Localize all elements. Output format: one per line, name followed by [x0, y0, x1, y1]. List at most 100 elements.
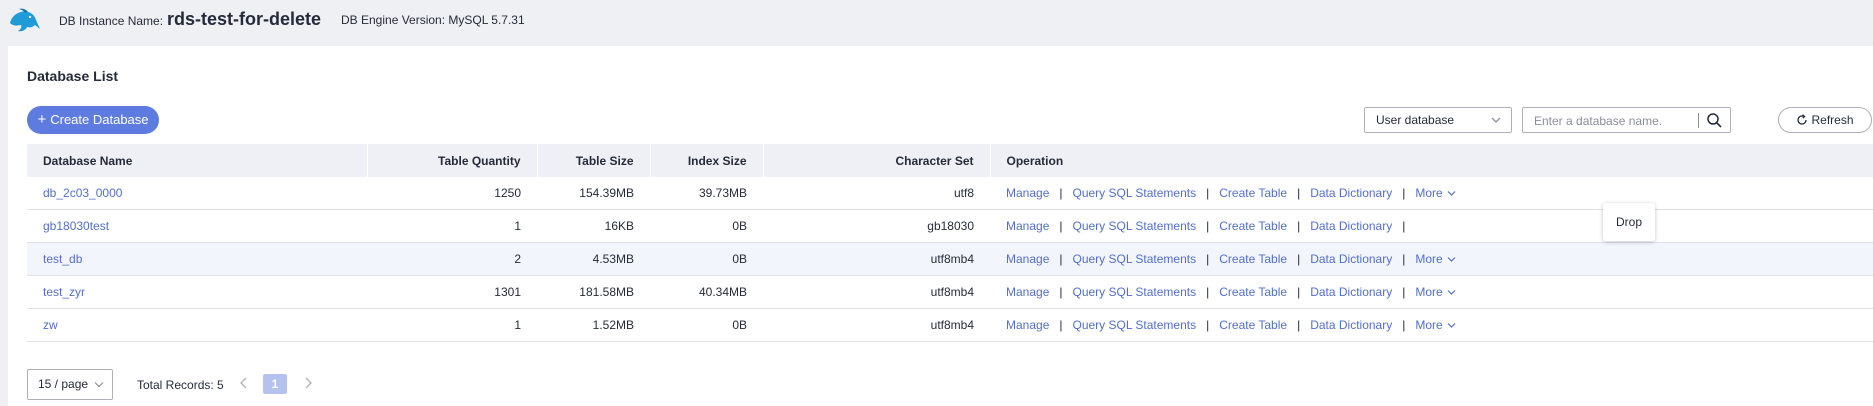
manage-link[interactable]: Manage — [1006, 186, 1049, 200]
query-sql-link[interactable]: Query SQL Statements — [1073, 252, 1197, 266]
more-label: More — [1415, 252, 1443, 266]
data-dictionary-link[interactable]: Data Dictionary — [1310, 219, 1392, 233]
index-size-cell: 40.34MB — [650, 275, 763, 309]
table-row: db_2c03_0000 1250 154.39MB 39.73MB utf8 … — [27, 177, 1873, 210]
chevron-down-icon — [1447, 323, 1456, 328]
manage-link[interactable]: Manage — [1006, 219, 1049, 233]
table-quantity-cell: 1 — [367, 209, 537, 243]
index-size-cell: 0B — [650, 242, 763, 276]
op-separator: | — [1297, 219, 1301, 233]
op-separator: | — [1402, 252, 1406, 266]
instance-name: rds-test-for-delete — [167, 9, 322, 29]
refresh-button[interactable]: Refresh — [1778, 107, 1872, 133]
query-sql-link[interactable]: Query SQL Statements — [1073, 285, 1197, 299]
section-title: Database List — [27, 68, 119, 84]
drop-menu-item[interactable]: Drop — [1616, 215, 1642, 229]
op-separator: | — [1297, 252, 1301, 266]
data-dictionary-link[interactable]: Data Dictionary — [1310, 285, 1392, 299]
database-list-panel: Database List + Create Database User data… — [8, 46, 1873, 406]
more-menu-trigger[interactable]: More — [1415, 318, 1456, 332]
manage-link[interactable]: Manage — [1006, 318, 1049, 332]
op-separator: | — [1297, 285, 1301, 299]
data-dictionary-link[interactable]: Data Dictionary — [1310, 252, 1392, 266]
column-header-character-set: Character Set — [763, 144, 991, 177]
op-separator: | — [1402, 318, 1406, 332]
table-size-cell: 16KB — [537, 209, 650, 243]
database-type-value: User database — [1376, 113, 1455, 127]
chevron-right-icon[interactable] — [302, 376, 314, 390]
op-separator: | — [1059, 318, 1063, 332]
op-separator: | — [1059, 219, 1063, 233]
create-database-label: Create Database — [50, 112, 149, 127]
create-database-button[interactable]: + Create Database — [27, 106, 159, 134]
create-table-link[interactable]: Create Table — [1219, 219, 1287, 233]
charset-cell: utf8 — [763, 177, 990, 210]
more-label: More — [1415, 186, 1443, 200]
create-table-link[interactable]: Create Table — [1219, 318, 1287, 332]
table-row: test_db 2 4.53MB 0B utf8mb4 Manage | Query… — [27, 242, 1873, 276]
database-name-link[interactable]: zw — [43, 318, 58, 332]
more-menu-trigger[interactable]: More — [1415, 186, 1456, 200]
chevron-down-icon — [1447, 191, 1456, 196]
table-row: gb18030test 1 16KB 0B gb18030 Manage | Que… — [27, 209, 1873, 243]
op-separator: | — [1206, 318, 1210, 332]
index-size-cell: 0B — [650, 308, 763, 342]
query-sql-link[interactable]: Query SQL Statements — [1073, 318, 1197, 332]
query-sql-link[interactable]: Query SQL Statements — [1073, 219, 1197, 233]
manage-link[interactable]: Manage — [1006, 252, 1049, 266]
create-table-link[interactable]: Create Table — [1219, 186, 1287, 200]
query-sql-link[interactable]: Query SQL Statements — [1073, 186, 1197, 200]
charset-cell: utf8mb4 — [763, 308, 990, 342]
total-records: Total Records: 5 — [137, 378, 224, 392]
table-header-row: Database Name Table Quantity Table Size … — [27, 144, 1873, 177]
database-table: Database Name Table Quantity Table Size … — [27, 144, 1873, 342]
create-table-link[interactable]: Create Table — [1219, 252, 1287, 266]
mysql-dolphin-icon — [10, 8, 40, 32]
data-dictionary-link[interactable]: Data Dictionary — [1310, 186, 1392, 200]
more-menu-trigger[interactable]: More — [1415, 252, 1456, 266]
more-menu-trigger[interactable]: More — [1415, 285, 1456, 299]
refresh-icon — [1797, 114, 1808, 125]
search-input[interactable] — [1524, 109, 1706, 133]
chevron-down-icon — [94, 382, 104, 388]
charset-cell: utf8mb4 — [763, 242, 990, 276]
op-separator: | — [1206, 285, 1210, 299]
table-row: zw 1 1.52MB 0B utf8mb4 Manage | Query SQL … — [27, 308, 1873, 342]
database-type-select[interactable]: User database — [1364, 107, 1512, 133]
manage-link[interactable]: Manage — [1006, 285, 1049, 299]
table-size-cell: 154.39MB — [537, 177, 650, 210]
database-name-link[interactable]: gb18030test — [43, 219, 109, 233]
table-quantity-cell: 2 — [367, 242, 537, 276]
chevron-left-icon[interactable] — [238, 376, 250, 390]
chevron-down-icon — [1491, 117, 1501, 123]
search-icon[interactable] — [1706, 112, 1723, 129]
page-number-current[interactable]: 1 — [263, 374, 287, 394]
table-quantity-cell: 1301 — [367, 275, 537, 309]
more-label: More — [1415, 285, 1443, 299]
table-size-cell: 181.58MB — [537, 275, 650, 309]
database-name-link[interactable]: db_2c03_0000 — [43, 186, 122, 200]
op-separator: | — [1206, 186, 1210, 200]
plus-icon: + — [37, 111, 47, 128]
operation-cell: Manage | Query SQL Statements | Create Table… — [990, 209, 1873, 243]
column-header-database-name: Database Name — [27, 144, 368, 177]
op-separator: | — [1059, 252, 1063, 266]
instance-name-label: DB Instance Name: — [59, 14, 164, 28]
search-divider — [1698, 113, 1699, 128]
create-table-link[interactable]: Create Table — [1219, 285, 1287, 299]
op-separator: | — [1059, 186, 1063, 200]
data-dictionary-link[interactable]: Data Dictionary — [1310, 318, 1392, 332]
op-separator: | — [1059, 285, 1063, 299]
chevron-down-icon — [1447, 290, 1456, 295]
index-size-cell: 0B — [650, 209, 763, 243]
database-name-link[interactable]: test_zyr — [43, 285, 85, 299]
page-size-select[interactable]: 15 / page — [27, 369, 113, 400]
chevron-down-icon — [1447, 257, 1456, 262]
operation-cell: Manage | Query SQL Statements | Create Table… — [990, 242, 1873, 276]
refresh-label: Refresh — [1811, 113, 1854, 127]
engine-version: DB Engine Version: MySQL 5.7.31 — [341, 13, 525, 27]
column-header-operation: Operation — [990, 144, 1873, 177]
database-name-link[interactable]: test_db — [43, 252, 82, 266]
op-separator: | — [1206, 219, 1210, 233]
more-label: More — [1415, 318, 1443, 332]
